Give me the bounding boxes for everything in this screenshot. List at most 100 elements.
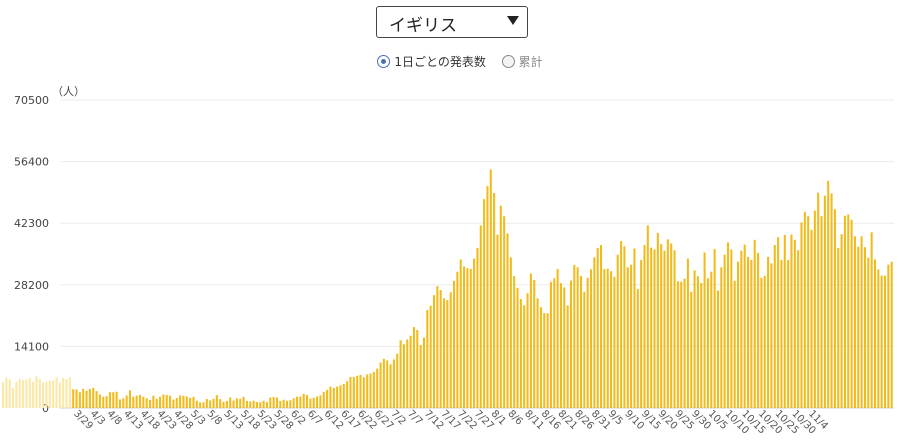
bar (98, 394, 101, 408)
bar (887, 264, 890, 408)
bar (332, 387, 335, 408)
bar (873, 259, 877, 408)
bar (536, 298, 539, 408)
bar (596, 248, 599, 408)
bar (48, 380, 51, 408)
bar (640, 259, 643, 408)
bar (65, 379, 68, 408)
bar (436, 286, 439, 408)
bar (162, 394, 165, 408)
bar (890, 261, 893, 408)
bar (118, 399, 121, 408)
bar (85, 390, 88, 408)
bar (837, 248, 840, 408)
bar (349, 376, 352, 408)
bar (563, 287, 566, 408)
bar (209, 400, 212, 408)
bar (222, 401, 225, 408)
bar (102, 396, 105, 408)
bar (362, 377, 365, 408)
bar (322, 391, 325, 408)
bar (666, 239, 669, 408)
bar (105, 396, 108, 408)
bar (486, 186, 489, 408)
bar (733, 280, 736, 408)
bar (656, 232, 659, 408)
bar (833, 209, 836, 408)
bar (429, 305, 432, 408)
bar (442, 298, 446, 408)
bar (827, 180, 830, 408)
x-axis: 3/294/34/84/134/184/234/285/35/85/135/18… (71, 408, 830, 436)
bar (643, 245, 646, 408)
bar (62, 377, 65, 408)
bar (860, 236, 863, 408)
bar (419, 345, 422, 408)
bar (88, 388, 91, 408)
bar (493, 193, 496, 408)
bar (108, 392, 111, 408)
bar (229, 397, 232, 408)
bar (112, 392, 115, 408)
bar (566, 305, 569, 408)
bar (610, 271, 613, 408)
bar (402, 344, 405, 408)
bar (509, 257, 512, 408)
bar (145, 398, 148, 408)
bar (225, 400, 228, 408)
bar (135, 395, 138, 408)
bar (379, 362, 382, 408)
bars (2, 169, 893, 408)
bar (72, 389, 75, 408)
bar (736, 261, 740, 408)
bar (132, 396, 135, 408)
bar (376, 368, 379, 408)
y-tick-label: 70500 (14, 94, 49, 107)
bar (199, 402, 202, 408)
bar (122, 398, 125, 408)
bar (559, 283, 562, 408)
bar (713, 248, 716, 408)
bar (686, 258, 689, 408)
bar (82, 388, 85, 408)
x-tick-label: 4/8 (104, 408, 123, 427)
bar (182, 395, 185, 408)
bar (676, 281, 679, 408)
bar (432, 295, 436, 408)
bar (95, 391, 98, 408)
bar (549, 281, 552, 408)
bar (553, 278, 556, 408)
bar (242, 396, 245, 408)
bar (409, 335, 412, 408)
bar (693, 270, 696, 408)
bar (720, 267, 723, 408)
bar (299, 396, 302, 408)
bar (399, 340, 402, 408)
bar (606, 268, 609, 408)
bar (543, 313, 546, 408)
bar (680, 281, 683, 408)
bar (653, 249, 656, 408)
bar (753, 239, 756, 408)
bar (730, 249, 733, 408)
bar (35, 376, 38, 408)
bar (843, 215, 846, 408)
bar (797, 250, 800, 408)
bar (623, 246, 626, 408)
bar (546, 313, 549, 408)
bar (212, 398, 215, 408)
bar (533, 279, 536, 408)
bar (513, 276, 516, 408)
bar (850, 219, 853, 408)
x-tick-label: 6/7 (305, 408, 324, 427)
bar (138, 395, 142, 408)
bar (302, 393, 305, 408)
y-unit-label: （人） (52, 85, 85, 98)
bar (603, 269, 606, 408)
bar (726, 242, 730, 408)
bar (743, 244, 746, 408)
bar (155, 398, 158, 408)
bar (189, 397, 192, 408)
bar (149, 399, 152, 408)
bar (576, 267, 579, 408)
